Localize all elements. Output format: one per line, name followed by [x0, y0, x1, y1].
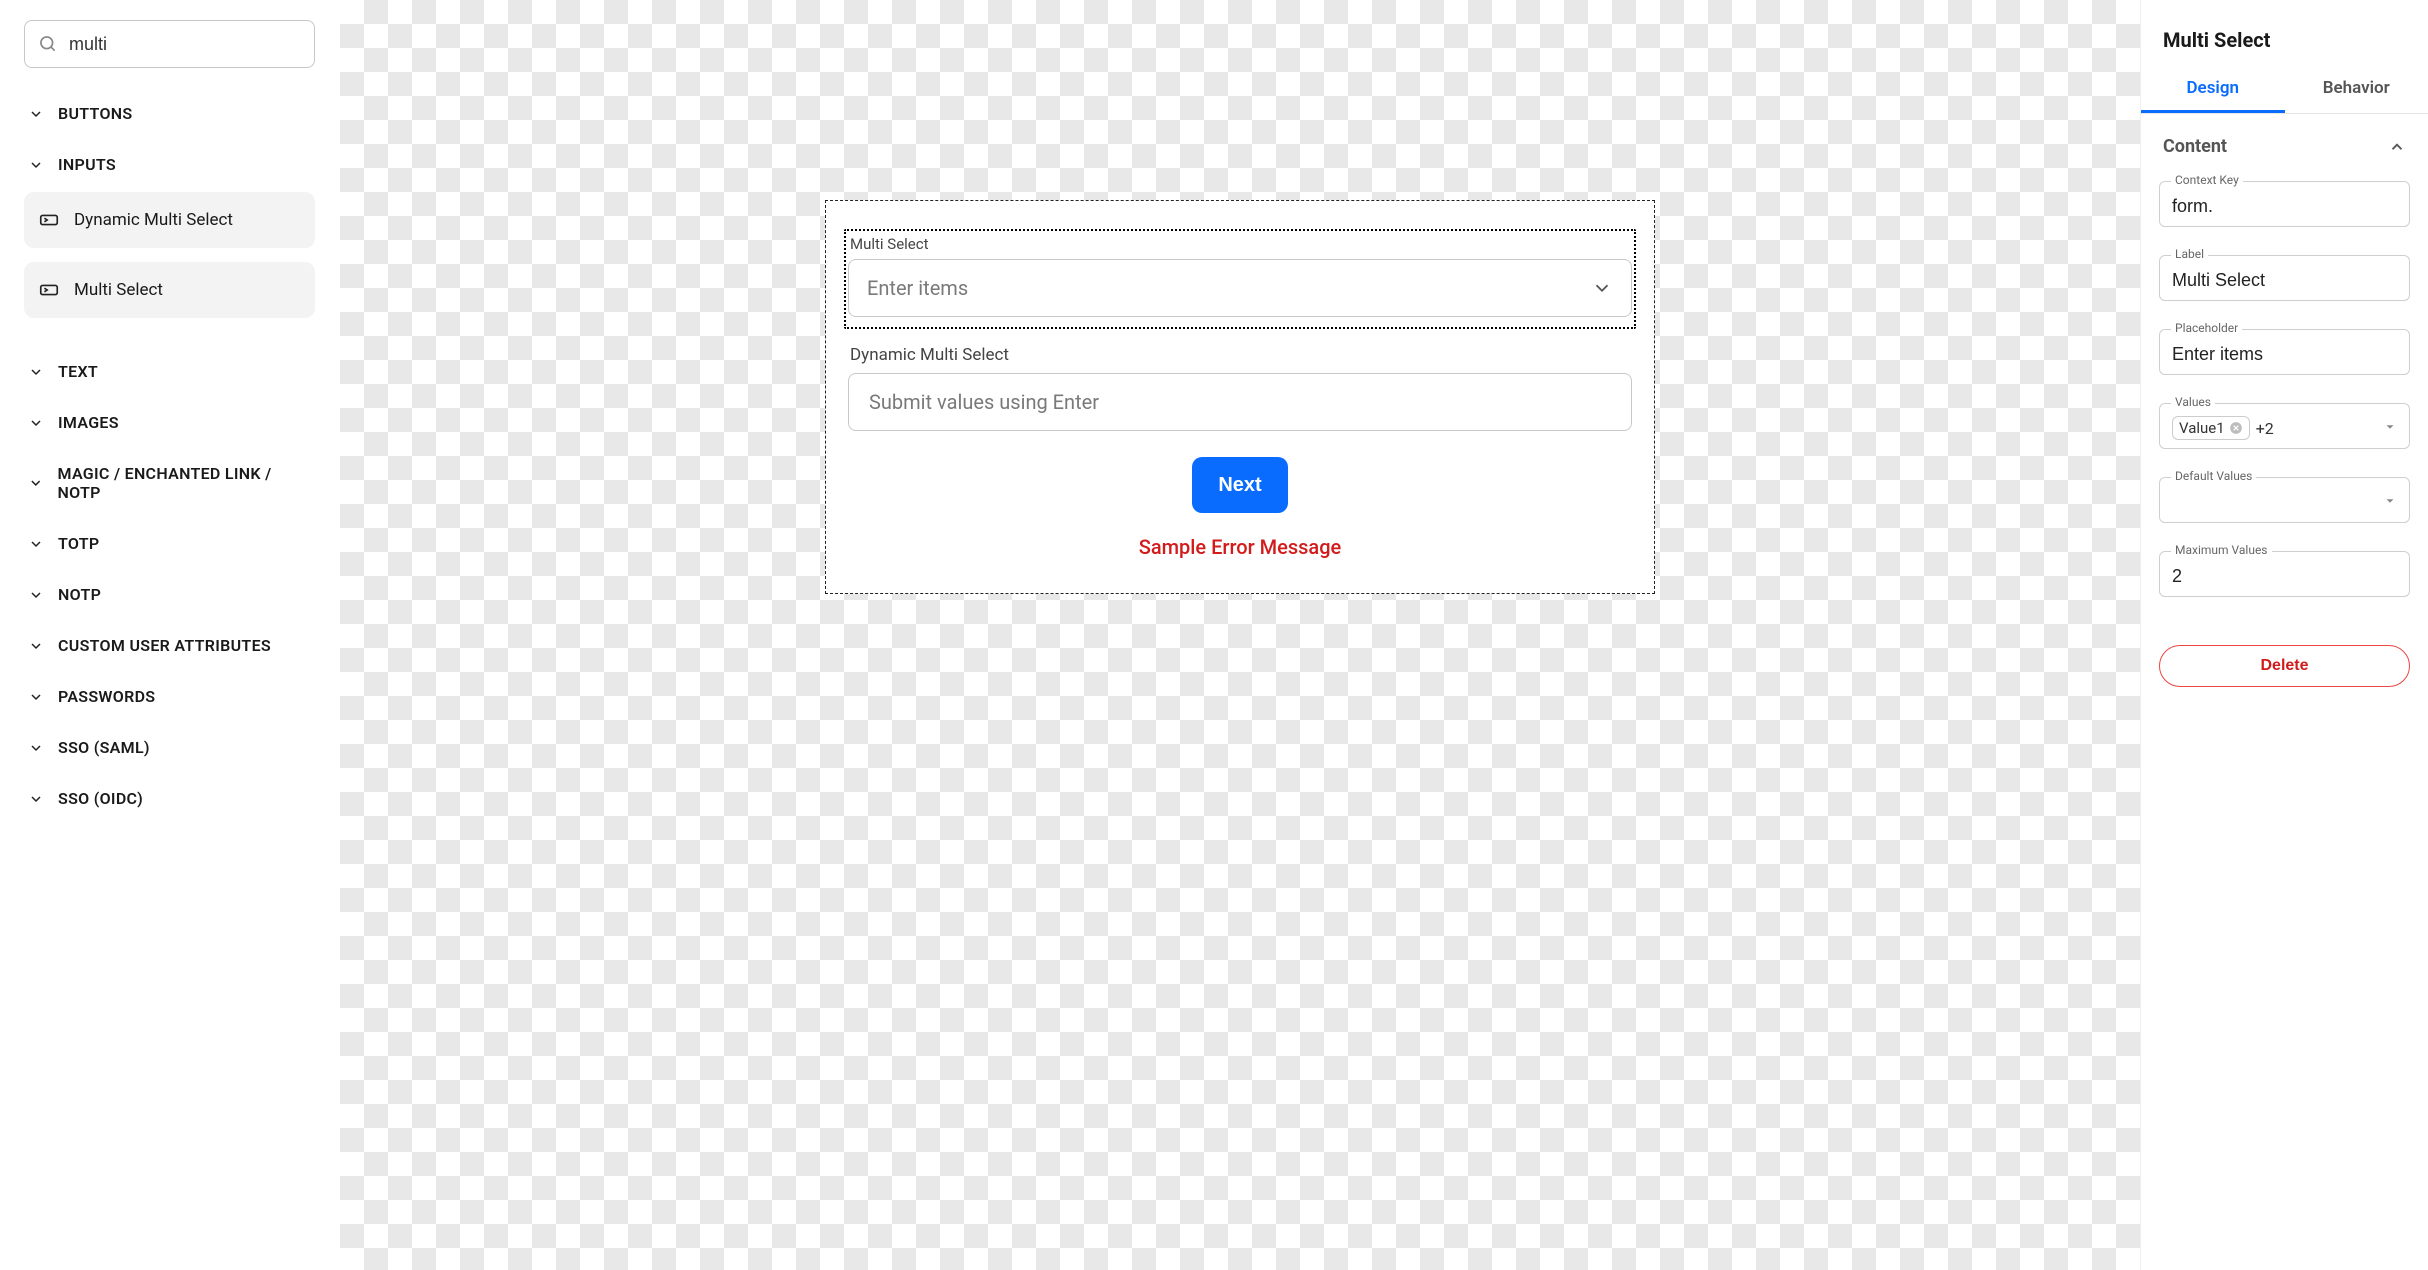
- chevron-down-icon: [28, 157, 44, 173]
- prop-max-values: Maximum Values: [2159, 551, 2410, 597]
- chevron-down-icon: [28, 475, 44, 491]
- section-label: CUSTOM USER ATTRIBUTES: [58, 636, 271, 655]
- tab-design[interactable]: Design: [2141, 68, 2285, 113]
- section-label: TEXT: [58, 362, 98, 381]
- section-label: PASSWORDS: [58, 687, 155, 706]
- section-header-magic[interactable]: MAGIC / ENCHANTED LINK / NOTP: [24, 452, 315, 514]
- group-content-header[interactable]: Content: [2141, 114, 2428, 171]
- palette-item-multi-select[interactable]: Multi Select: [24, 262, 315, 318]
- delete-button[interactable]: Delete: [2159, 645, 2410, 687]
- chevron-up-icon: [2388, 138, 2406, 156]
- section-header-notp[interactable]: NOTP: [24, 573, 315, 616]
- section-items-inputs: Dynamic Multi Select Multi Select: [24, 186, 315, 342]
- chevron-down-icon: [28, 587, 44, 603]
- error-message: Sample Error Message: [826, 535, 1654, 559]
- dynamic-multi-placeholder: Submit values using Enter: [869, 390, 1099, 414]
- prop-label: Placeholder: [2171, 321, 2242, 335]
- search-input[interactable]: [24, 20, 315, 68]
- group-content-label: Content: [2163, 136, 2227, 157]
- tab-behavior[interactable]: Behavior: [2285, 68, 2428, 113]
- input-icon: [38, 209, 60, 231]
- prop-label: Default Values: [2171, 469, 2256, 483]
- placeholder-field[interactable]: [2172, 344, 2397, 365]
- section-label: NOTP: [58, 585, 101, 604]
- section-label: MAGIC / ENCHANTED LINK / NOTP: [58, 464, 311, 502]
- dynamic-multi-input[interactable]: Submit values using Enter: [848, 373, 1632, 431]
- section-label: BUTTONS: [58, 104, 132, 123]
- prop-default-values: Default Values: [2159, 477, 2410, 523]
- section-header-text[interactable]: TEXT: [24, 350, 315, 393]
- values-dropdown-toggle[interactable]: [2383, 418, 2397, 439]
- section-label: TOTP: [58, 534, 100, 553]
- palette-item-label: Dynamic Multi Select: [74, 210, 233, 230]
- section-header-sso-saml[interactable]: SSO (SAML): [24, 726, 315, 769]
- chevron-down-icon: [28, 415, 44, 431]
- value-chip[interactable]: Value1: [2172, 416, 2250, 440]
- placeholder-input[interactable]: [2159, 329, 2410, 375]
- caret-down-icon: [2383, 420, 2397, 434]
- label-field[interactable]: [2172, 270, 2397, 291]
- caret-down-icon: [2383, 494, 2397, 508]
- section-label: INPUTS: [58, 155, 116, 174]
- section-header-images[interactable]: IMAGES: [24, 401, 315, 444]
- context-key-input[interactable]: [2159, 181, 2410, 227]
- palette-item-label: Multi Select: [74, 280, 163, 300]
- prop-label: Values: [2171, 395, 2215, 409]
- section-header-buttons[interactable]: BUTTONS: [24, 92, 315, 135]
- label-input[interactable]: [2159, 255, 2410, 301]
- form-stage[interactable]: Multi Select Enter items Dynamic Multi S…: [825, 200, 1655, 594]
- chevron-down-icon: [28, 740, 44, 756]
- chevron-down-icon: [28, 638, 44, 654]
- search-wrap: [24, 20, 315, 68]
- section-buttons: BUTTONS: [24, 92, 315, 135]
- max-values-field[interactable]: [2172, 566, 2397, 587]
- prop-label: Maximum Values: [2171, 543, 2272, 557]
- values-input[interactable]: Value1 +2: [2159, 403, 2410, 449]
- dynamic-multi-label: Dynamic Multi Select: [850, 345, 1654, 365]
- prop-context-key: Context Key: [2159, 181, 2410, 227]
- section-label: IMAGES: [58, 413, 119, 432]
- prop-label-field: Label: [2159, 255, 2410, 301]
- chevron-down-icon: [28, 791, 44, 807]
- max-values-input[interactable]: [2159, 551, 2410, 597]
- chevron-down-icon: [1591, 277, 1613, 299]
- section-header-sso-oidc[interactable]: SSO (OIDC): [24, 777, 315, 820]
- default-values-dropdown-toggle[interactable]: [2383, 492, 2397, 513]
- chevron-down-icon: [28, 689, 44, 705]
- prop-placeholder: Placeholder: [2159, 329, 2410, 375]
- values-overflow-count: +2: [2256, 419, 2383, 438]
- panel-tabs: Design Behavior: [2141, 68, 2428, 114]
- prop-label: Context Key: [2171, 173, 2243, 187]
- section-header-inputs[interactable]: INPUTS: [24, 143, 315, 186]
- panel-title: Multi Select: [2141, 28, 2428, 68]
- section-header-custom-attrs[interactable]: CUSTOM USER ATTRIBUTES: [24, 624, 315, 667]
- section-header-passwords[interactable]: PASSWORDS: [24, 675, 315, 718]
- section-label: SSO (OIDC): [58, 789, 143, 808]
- multi-select-block-selected[interactable]: Multi Select Enter items: [844, 229, 1636, 329]
- section-header-totp[interactable]: TOTP: [24, 522, 315, 565]
- context-key-field[interactable]: [2172, 196, 2397, 217]
- canvas[interactable]: Multi Select Enter items Dynamic Multi S…: [340, 0, 2140, 1270]
- input-icon: [38, 279, 60, 301]
- chip-label: Value1: [2179, 419, 2225, 437]
- checker-background: [340, 0, 2140, 1270]
- section-inputs: INPUTS Dynamic Multi Select Multi Select: [24, 143, 315, 342]
- chevron-down-icon: [28, 106, 44, 122]
- search-icon: [38, 34, 58, 54]
- section-label: SSO (SAML): [58, 738, 150, 757]
- component-palette-sidebar: BUTTONS INPUTS Dynamic Multi Select Mult…: [0, 0, 340, 1270]
- next-button[interactable]: Next: [1192, 457, 1287, 513]
- chevron-down-icon: [28, 364, 44, 380]
- palette-item-dynamic-multi-select[interactable]: Dynamic Multi Select: [24, 192, 315, 248]
- multi-select-label: Multi Select: [850, 235, 1632, 253]
- multi-select-placeholder: Enter items: [867, 276, 968, 300]
- multi-select-input[interactable]: Enter items: [848, 259, 1632, 317]
- chevron-down-icon: [28, 536, 44, 552]
- prop-label: Label: [2171, 247, 2208, 261]
- properties-panel: Multi Select Design Behavior Content Con…: [2140, 0, 2428, 1270]
- remove-chip-icon[interactable]: [2229, 421, 2243, 435]
- prop-values: Values Value1 +2: [2159, 403, 2410, 449]
- default-values-input[interactable]: [2159, 477, 2410, 523]
